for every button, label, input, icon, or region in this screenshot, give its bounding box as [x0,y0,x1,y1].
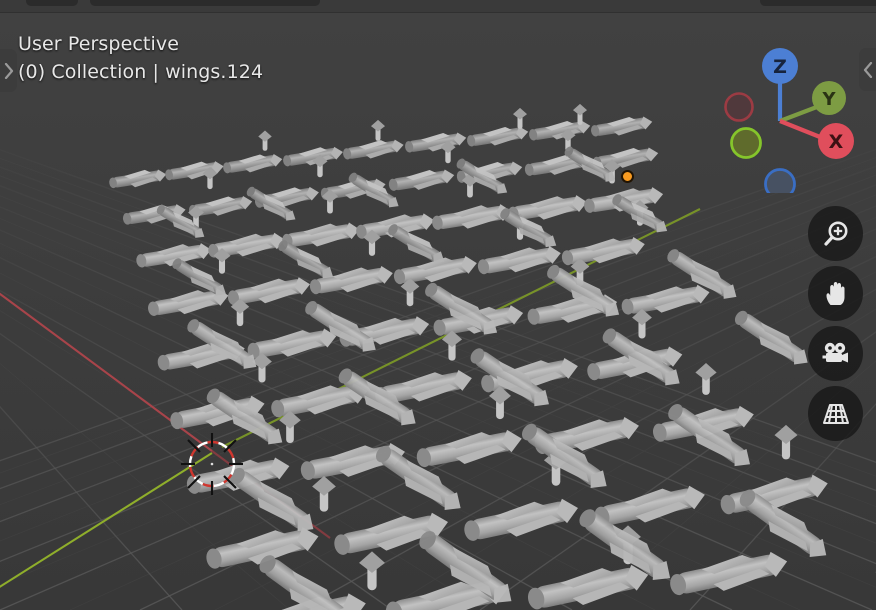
chevron-right-icon [4,62,13,79]
navigation-gizmo[interactable]: Z Y X [698,33,858,193]
grid-perspective-icon [822,403,849,424]
move-view-button[interactable] [808,266,863,321]
zoom-view-button[interactable] [808,206,863,261]
toggle-perspective-button[interactable] [808,386,863,441]
editor-header-bar [0,0,876,13]
viewport-tool-buttons [808,206,863,441]
toolbar-toggle-tab[interactable] [0,49,17,92]
3d-cursor [181,433,243,495]
axis-y-negative-ball[interactable] [730,127,762,159]
sidebar-toggle-tab[interactable] [859,48,876,91]
hand-icon [826,281,844,305]
magnifier-plus-icon [823,221,847,246]
viewport-3d[interactable]: User Perspective (0) Collection | wings.… [0,13,876,610]
object-origin [621,170,634,183]
axis-x-label: X [829,131,844,153]
viewport-shading-controls[interactable] [760,0,876,6]
chevron-left-icon [863,61,872,78]
mode-and-menus[interactable] [90,0,320,6]
editor-type-selector[interactable] [26,0,78,6]
axis-y-label: Y [821,89,836,110]
axis-x-negative-ball[interactable] [724,92,754,122]
camera-icon [822,342,848,363]
camera-view-button[interactable] [808,326,863,381]
axis-z-label: Z [773,56,787,78]
blender-window: User Perspective (0) Collection | wings.… [0,0,876,610]
axis-z-negative-ball[interactable] [764,168,796,194]
